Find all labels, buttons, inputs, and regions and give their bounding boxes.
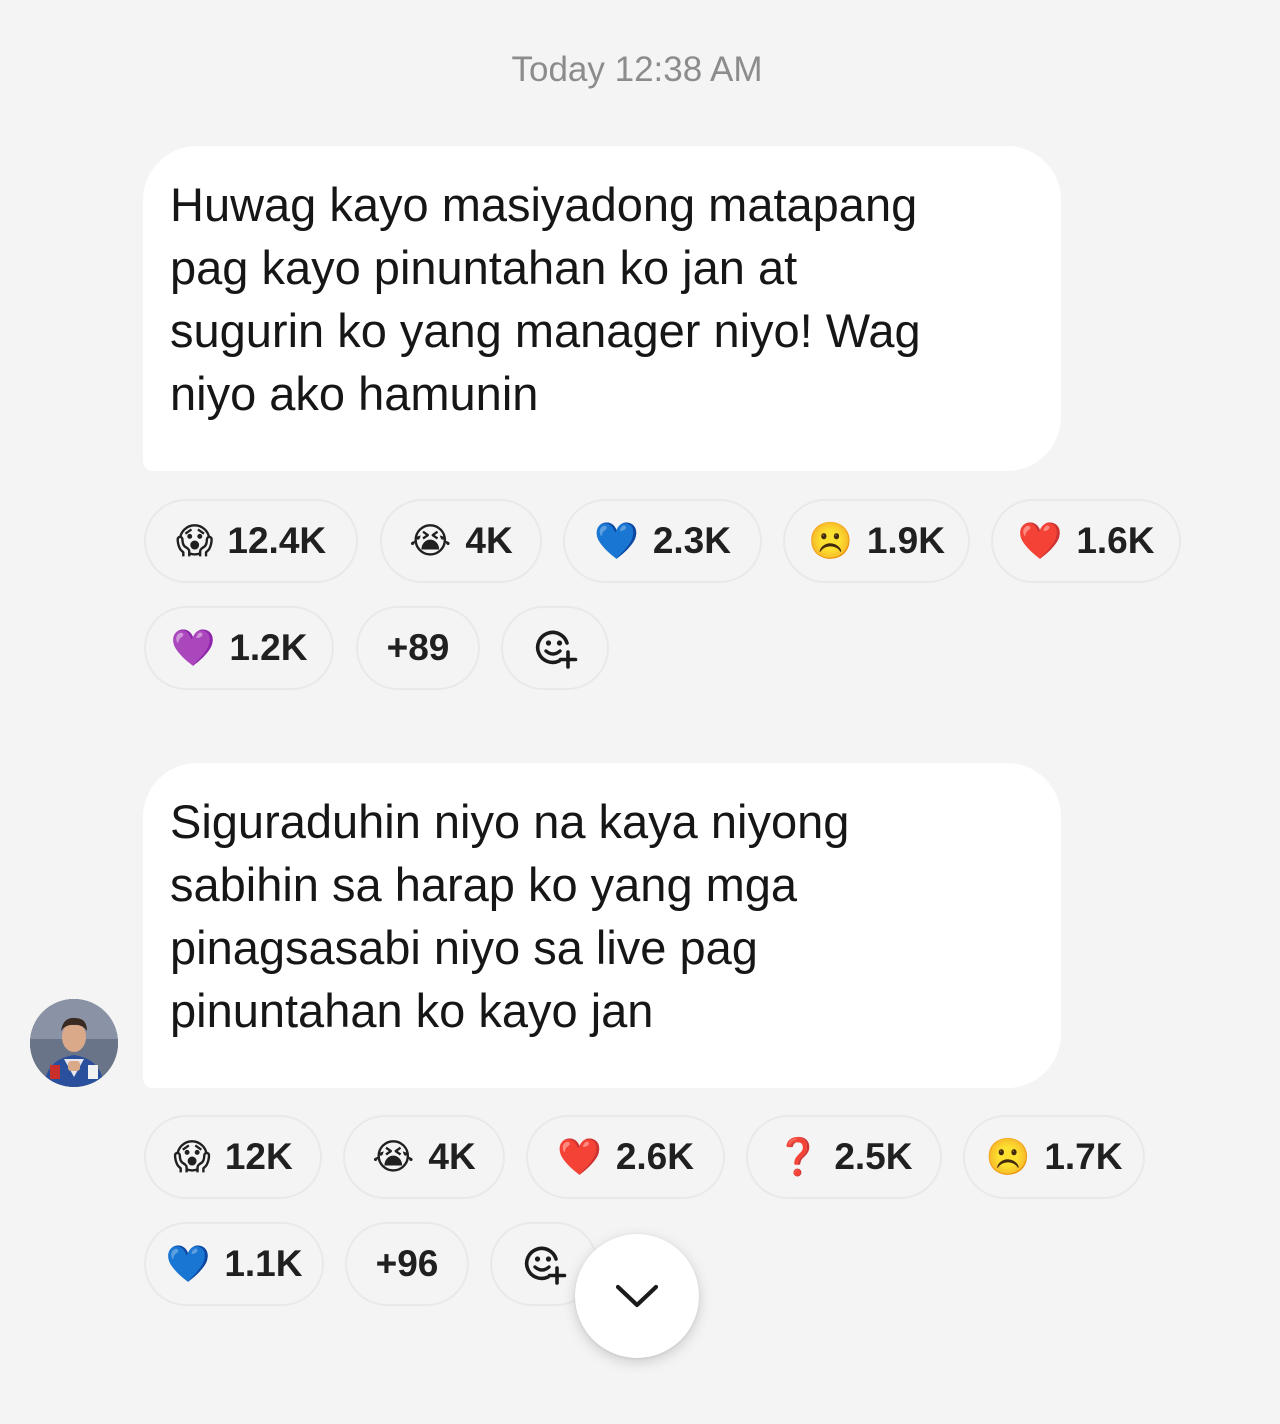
question-mark-icon: ❓ bbox=[775, 1136, 821, 1177]
reaction-pill-screaming[interactable]: 😱 12.4K bbox=[144, 499, 358, 583]
reaction-pill-red-heart[interactable]: ❤️ 2.6K bbox=[526, 1115, 725, 1199]
message-text-line: sabihin sa harap ko yang mga bbox=[170, 858, 798, 911]
reaction-count: 1.7K bbox=[1044, 1136, 1123, 1177]
purple-heart-icon: 💜 bbox=[170, 627, 216, 668]
message-text-line: pinagsasabi niyo sa live pag bbox=[170, 921, 758, 974]
reaction-count: 2.6K bbox=[615, 1136, 694, 1177]
reaction-count: 2.3K bbox=[652, 520, 731, 561]
add-reaction-button[interactable] bbox=[501, 606, 609, 690]
add-reaction-icon bbox=[535, 630, 578, 669]
more-reactions-count: +89 bbox=[386, 627, 450, 668]
message-text-line: Huwag kayo masiyadong matapang bbox=[170, 178, 918, 231]
reaction-pill-crying[interactable]: 😭 4K bbox=[343, 1115, 505, 1199]
reaction-count: 1.2K bbox=[229, 627, 308, 668]
reaction-pill-blue-heart[interactable]: 💙 2.3K bbox=[563, 499, 762, 583]
reaction-pill-purple-heart[interactable]: 💜 1.2K bbox=[144, 606, 334, 690]
red-heart-icon: ❤️ bbox=[557, 1136, 602, 1177]
frowning-face-icon: ☹️ bbox=[808, 520, 853, 561]
add-reaction-icon bbox=[524, 1246, 567, 1285]
more-reactions-count: +96 bbox=[375, 1243, 439, 1284]
message-text-line: pinuntahan ko kayo jan bbox=[170, 984, 654, 1037]
crying-face-icon: 😭 bbox=[372, 1136, 415, 1177]
reaction-pill-blue-heart[interactable]: 💙 1.1K bbox=[144, 1222, 324, 1306]
message-text-line: niyo ako hamunin bbox=[170, 367, 539, 420]
reaction-count: 1.9K bbox=[866, 520, 945, 561]
blue-heart-icon: 💙 bbox=[165, 1243, 211, 1284]
frowning-face-icon: ☹️ bbox=[985, 1136, 1031, 1177]
reaction-pill-question[interactable]: ❓ 2.5K bbox=[746, 1115, 942, 1199]
reaction-count: 1.6K bbox=[1076, 520, 1155, 561]
reaction-pill-frowning[interactable]: ☹️ 1.9K bbox=[783, 499, 970, 583]
scroll-to-bottom-button[interactable] bbox=[575, 1234, 699, 1358]
reaction-count: 1.1K bbox=[224, 1243, 303, 1284]
more-reactions-button[interactable]: +96 bbox=[345, 1222, 469, 1306]
message-timestamp: Today 12:38 AM bbox=[511, 50, 763, 89]
avatar-image bbox=[30, 999, 118, 1087]
reaction-count: 4K bbox=[465, 520, 513, 561]
crying-face-icon: 😭 bbox=[409, 520, 452, 561]
message-bubble[interactable]: Siguraduhin niyo na kaya niyong sabihin … bbox=[143, 763, 1061, 1088]
blue-heart-icon: 💙 bbox=[594, 520, 639, 561]
reaction-pill-frowning[interactable]: ☹️ 1.7K bbox=[963, 1115, 1145, 1199]
reaction-pill-crying[interactable]: 😭 4K bbox=[380, 499, 542, 583]
reaction-pill-red-heart[interactable]: ❤️ 1.6K bbox=[991, 499, 1181, 583]
message-bubble[interactable]: Huwag kayo masiyadong matapang pag kayo … bbox=[143, 146, 1061, 471]
reaction-count: 2.5K bbox=[834, 1136, 913, 1177]
red-heart-icon: ❤️ bbox=[1017, 520, 1063, 561]
chevron-down-icon bbox=[615, 1284, 659, 1308]
screaming-face-icon: 😱 bbox=[175, 520, 214, 561]
message-text-line: Siguraduhin niyo na kaya niyong bbox=[170, 795, 850, 848]
avatar[interactable] bbox=[30, 999, 118, 1087]
message-text-line: sugurin ko yang manager niyo! Wag bbox=[170, 304, 921, 357]
more-reactions-button[interactable]: +89 bbox=[356, 606, 480, 690]
reaction-pill-screaming[interactable]: 😱 12K bbox=[144, 1115, 322, 1199]
reaction-count: 12K bbox=[224, 1136, 293, 1177]
reaction-count: 4K bbox=[428, 1136, 476, 1177]
reaction-count: 12.4K bbox=[227, 520, 327, 561]
screaming-face-icon: 😱 bbox=[173, 1136, 211, 1177]
message-text-line: pag kayo pinuntahan ko jan at bbox=[170, 241, 798, 294]
